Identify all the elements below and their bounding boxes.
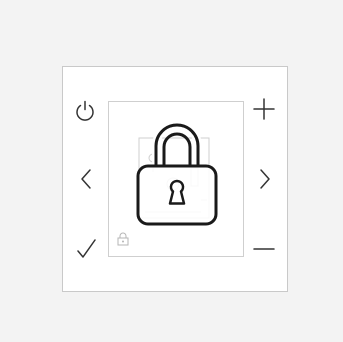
- next-button[interactable]: [252, 167, 276, 191]
- small-lock-icon: [117, 232, 129, 246]
- display-screen: [108, 101, 244, 257]
- decrease-button[interactable]: [252, 237, 276, 261]
- confirm-button[interactable]: [75, 237, 99, 261]
- checkmark-icon: [77, 239, 96, 258]
- chevron-right-icon: [260, 169, 270, 189]
- increase-button[interactable]: [252, 97, 276, 121]
- chevron-left-icon: [81, 169, 91, 189]
- padlock-icon: [136, 121, 218, 226]
- power-icon: [76, 100, 94, 121]
- back-button[interactable]: [75, 167, 99, 191]
- thermostat-device: [62, 66, 288, 292]
- plus-icon: [253, 98, 275, 120]
- power-button[interactable]: [73, 99, 97, 123]
- minus-icon: [253, 248, 275, 250]
